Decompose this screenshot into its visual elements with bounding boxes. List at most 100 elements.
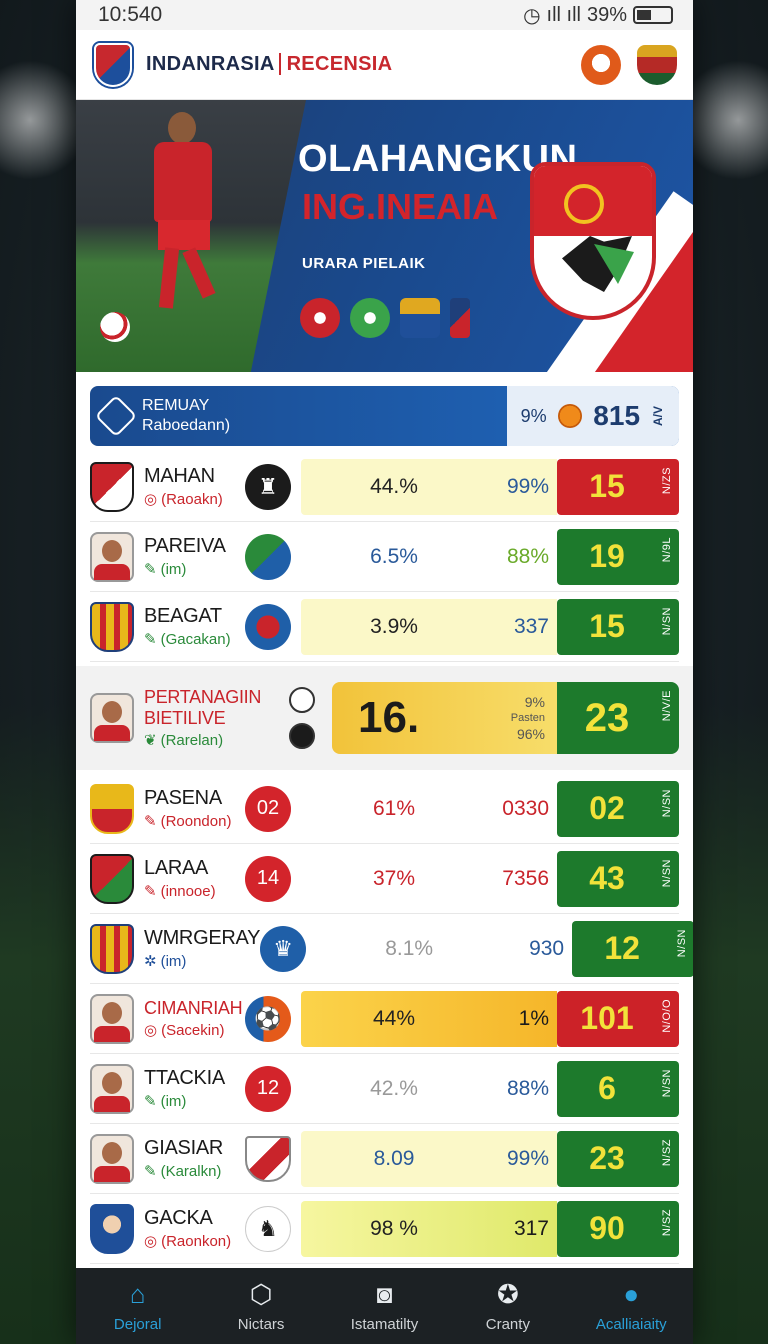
summary-bar[interactable]: REMUAY Raboedann) 9% 815 A/V bbox=[90, 386, 679, 446]
stat-second: 1% bbox=[518, 1006, 549, 1030]
hero-banner[interactable]: OLAHANGKUN ING.INEAIA URARA PIELAIK bbox=[76, 100, 693, 372]
stats-cell: 8.1% 930 bbox=[316, 921, 572, 977]
list-item[interactable]: TTACKIA ✎ (im) 12 42.% 88% 6 N/SN bbox=[90, 1054, 679, 1124]
stats-cell: 42.% 88% bbox=[301, 1061, 557, 1117]
nav-nictars[interactable]: ⬡ Nictars bbox=[201, 1279, 321, 1333]
player-avatar bbox=[90, 693, 134, 743]
home-icon: ⌂ bbox=[129, 1279, 146, 1309]
status-time: 10:540 bbox=[98, 3, 163, 26]
bottom-navigation: ⌂ Dejoral ⬡ Nictars ◙ Istamatilty ✪ Cran… bbox=[76, 1268, 693, 1344]
star-icon: ✪ bbox=[496, 1279, 519, 1309]
club-badge-icon: ♛ bbox=[260, 925, 307, 972]
camera-icon: ◙ bbox=[376, 1279, 393, 1309]
team-crest-icon bbox=[90, 783, 134, 834]
score-cell: 02 N/SN bbox=[557, 780, 679, 837]
hero-player-photo bbox=[76, 100, 306, 372]
featured-stats: 16. 9% Pasten 96% bbox=[332, 682, 557, 754]
hero-tagline: URARA PIELAIK bbox=[302, 255, 426, 272]
nav-cranty[interactable]: ✪ Cranty bbox=[448, 1279, 568, 1333]
summary-vertical: A/V bbox=[651, 405, 666, 426]
stat-second: 88% bbox=[506, 1076, 549, 1100]
club-badge-icon: ♜ bbox=[245, 463, 291, 510]
score-cell: 23 N/V/E bbox=[557, 682, 679, 754]
team-crest-icon bbox=[90, 923, 134, 974]
status-bar: 10:540 ◷ ıll ıll 39% bbox=[76, 0, 693, 30]
list-item[interactable]: LARAA ✎ (innooe) 14 37% 7356 43 N/SN bbox=[90, 844, 679, 914]
team-name: PASENA bbox=[144, 787, 222, 809]
signal-icon: ıll ıll bbox=[546, 3, 581, 26]
hero-subtitle: ING.INEAIA bbox=[302, 186, 499, 227]
team-name-block: BEAGAT ✎ (Gacakan) bbox=[144, 605, 245, 648]
nav-istamatilty[interactable]: ◙ Istamatilty bbox=[324, 1279, 444, 1333]
diamond-icon bbox=[90, 386, 142, 446]
stat-percent: 44.% bbox=[370, 474, 418, 498]
stat-percent: 61% bbox=[372, 796, 416, 820]
player-avatar bbox=[90, 1063, 134, 1114]
team-name: MAHAN bbox=[144, 465, 215, 487]
box-icon: ⬡ bbox=[249, 1279, 273, 1309]
stats-cell: 3.9% 337 bbox=[301, 598, 557, 655]
team-crest-icon bbox=[90, 853, 134, 904]
summary-label: REMUAY bbox=[142, 397, 210, 414]
score-cell: 19 N/9L bbox=[557, 528, 679, 585]
stat-percent: 3.9% bbox=[370, 614, 418, 638]
list-item[interactable]: PASENA ✎ (Roondon) 02 61% 0330 02 N/SN bbox=[90, 774, 679, 844]
team-sub: ✎ (innooe) bbox=[144, 883, 216, 900]
club-badge-blue-icon[interactable] bbox=[400, 298, 440, 338]
featured-badges bbox=[284, 687, 320, 749]
team-sub: ✎ (Gacakan) bbox=[144, 631, 231, 648]
team-name-block: WMRGERAY ✲ (im) bbox=[144, 927, 260, 970]
team-crest-icon bbox=[90, 461, 134, 512]
stat-second: 88% bbox=[506, 544, 549, 568]
team-sub: ✎ (Karalkn) bbox=[144, 1163, 222, 1180]
battery-percent: 39% bbox=[586, 3, 627, 26]
list-item[interactable]: BEAGAT ✎ (Gacakan) 3.9% 337 15 N/SN bbox=[90, 592, 679, 662]
national-crest-icon bbox=[530, 162, 656, 320]
player-figure bbox=[136, 112, 226, 337]
club-crest-icon[interactable] bbox=[637, 44, 677, 85]
stat-percent: 6.5% bbox=[370, 544, 418, 568]
list-item[interactable]: PAREIVA ✎ (im) 6.5% 88% 19 N/9L bbox=[90, 522, 679, 592]
team-crest-icon bbox=[90, 601, 134, 652]
club-badge-icon bbox=[289, 723, 315, 749]
alarm-icon: ◷ bbox=[523, 4, 541, 27]
list-item[interactable]: MAHAN ◎ (Raoakn) ♜ 44.% 99% 15 N/ZS bbox=[90, 452, 679, 522]
list-item[interactable]: WMRGERAY ✲ (im) ♛ 8.1% 930 12 N/SN bbox=[90, 914, 693, 984]
featured-list-item[interactable]: PERTANAGIIN BIETILIVE ❦ (Rarelan) 16. 9% … bbox=[76, 666, 693, 770]
team-crest-icon bbox=[90, 1203, 134, 1254]
list-item[interactable]: GIASIAR ✎ (Karalkn) 8.09 99% 23 N/SZ bbox=[90, 1124, 679, 1194]
team-name-block: PERTANAGIIN BIETILIVE ❦ (Rarelan) bbox=[144, 687, 284, 749]
team-name-block: MAHAN ◎ (Raoakn) bbox=[144, 465, 245, 508]
stat-percent: 8.09 bbox=[373, 1146, 415, 1170]
team-sub: ✎ (im) bbox=[144, 561, 187, 578]
club-badge-icon bbox=[245, 603, 291, 650]
club-badge-icon: 12 bbox=[245, 1065, 291, 1112]
featured-name-line2: BIETILIVE bbox=[144, 708, 226, 728]
featured-big-value: 16. bbox=[358, 693, 420, 742]
team-name-block: GIASIAR ✎ (Karalkn) bbox=[144, 1137, 245, 1180]
club-badge-icon: ⚽ bbox=[245, 995, 291, 1042]
nav-home[interactable]: ⌂ Dejoral bbox=[78, 1279, 198, 1333]
football-icon bbox=[100, 312, 130, 342]
team-sub: ✎ (Roondon) bbox=[144, 813, 232, 830]
stat-second: 0330 bbox=[502, 796, 549, 820]
list-item[interactable]: GACKA ◎ (Raonkon) ♞ 98 % 317 90 N/SZ bbox=[90, 1194, 679, 1264]
stat-percent: 44% bbox=[372, 1006, 416, 1030]
stats-cell: 8.09 99% bbox=[301, 1130, 557, 1187]
stat-percent: 37% bbox=[372, 866, 416, 890]
nav-profile[interactable]: ● Acalliaiaity bbox=[571, 1279, 691, 1333]
app-logo-icon[interactable] bbox=[94, 42, 132, 87]
flag-crest-icon[interactable] bbox=[581, 44, 621, 85]
club-badge-green-icon[interactable] bbox=[350, 298, 390, 338]
stat-second: 7356 bbox=[502, 866, 549, 890]
profile-icon: ● bbox=[623, 1279, 640, 1309]
score-cell: 15 N/SN bbox=[557, 598, 679, 655]
team-sub: ✎ (im) bbox=[144, 1093, 187, 1110]
score-cell: 101 N/O/O bbox=[557, 990, 679, 1047]
club-badge-icon bbox=[245, 533, 291, 580]
nav-label: Acalliaiaity bbox=[595, 1315, 667, 1333]
list-item[interactable]: CIMANRIAH ◎ (Sacekin) ⚽ 44% 1% 101 N/O/O bbox=[90, 984, 679, 1054]
team-sub: ◎ (Raoakn) bbox=[144, 491, 223, 508]
club-badge-flag-icon[interactable] bbox=[450, 298, 470, 338]
club-badge-red-icon[interactable] bbox=[300, 298, 340, 338]
